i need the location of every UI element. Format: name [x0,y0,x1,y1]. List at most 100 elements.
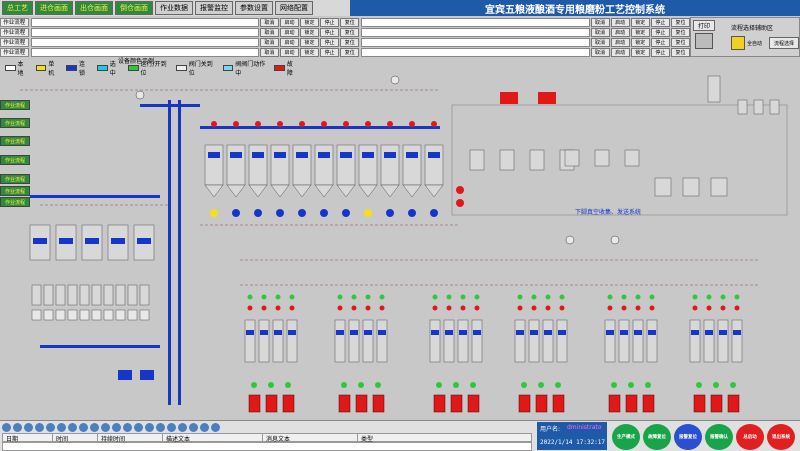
toolbar-icon[interactable] [178,422,187,432]
tab-inbound[interactable]: 进仓画面 [35,1,73,15]
mill-valve [734,294,740,300]
mill [334,319,346,363]
fan [135,90,145,100]
op-btn[interactable]: 复位 [670,27,691,37]
op-row-field[interactable] [30,37,259,47]
control-button[interactable]: 报警复位 [674,424,702,450]
mill-valve [247,294,253,300]
toolbar-icon[interactable] [156,422,165,432]
tab-transfer[interactable]: 倒仓画面 [115,1,153,15]
toolbar-icon[interactable] [68,422,77,432]
control-button[interactable]: 退出系统 [767,424,795,450]
user-box: 用户名: dministrato 2022/1/14 17:32:17 [537,422,607,450]
page-title: 宜宾五粮液酿酒专用粮磨粉工艺控制系统 [350,0,800,16]
op-btn[interactable]: 复位 [670,47,691,57]
op-row-field[interactable] [30,27,259,37]
op-btn[interactable]: 取消 [590,27,610,37]
toolbar-icon[interactable] [200,422,209,432]
toolbar-icon[interactable] [90,422,99,432]
toolbar-icon[interactable] [134,422,143,432]
op-btn[interactable]: 复位 [670,37,691,47]
tab-outbound[interactable]: 出仓画面 [75,1,113,15]
op-btn[interactable]: 锁定 [300,37,320,47]
op-btn[interactable]: 复位 [670,17,691,27]
tab-params[interactable]: 参数设置 [235,1,273,15]
flow-select-button[interactable]: 流程选择 [769,37,799,49]
op-btn[interactable]: 启动 [279,27,299,37]
packer [518,394,531,413]
op-btn[interactable]: 启动 [610,17,630,27]
op-btn[interactable]: 取消 [259,37,279,47]
op-row-field[interactable] [30,17,259,27]
control-button[interactable]: 生产模式 [612,424,640,450]
op-btn[interactable]: 启动 [610,27,630,37]
legend-swatch [5,65,16,71]
op-btn[interactable]: 取消 [259,27,279,37]
toolbar-icon[interactable] [189,422,198,432]
control-button[interactable]: 报警确认 [705,424,733,450]
control-button[interactable]: 故障复位 [643,424,671,450]
vertical-conveyor [168,100,171,405]
tab-main-process[interactable]: 总工艺 [2,1,33,15]
toolbar-icon[interactable] [112,422,121,432]
toolbar-icon[interactable] [101,422,110,432]
op-btn[interactable]: 锁定 [300,47,320,57]
op-btn[interactable]: 启动 [279,47,299,57]
op-btn[interactable]: 复位 [340,17,360,27]
op-btn[interactable]: 启动 [610,37,630,47]
fan [456,199,464,207]
tab-network[interactable]: 网络配置 [275,1,313,15]
toolbar-icon[interactable] [79,422,88,432]
op-btn[interactable]: 停止 [320,17,340,27]
op-btn[interactable]: 锁定 [630,37,650,47]
op-btn[interactable]: 取消 [590,37,610,47]
op-row-field-2[interactable] [361,17,590,27]
op-btn[interactable]: 启动 [279,37,299,47]
op-btn[interactable]: 取消 [590,17,610,27]
mill-valve [635,305,641,311]
alarm-table-body[interactable] [2,442,532,451]
toolbar-icon[interactable] [24,422,33,432]
bin [79,284,90,306]
op-btn[interactable]: 锁定 [300,27,320,37]
op-btn[interactable]: 锁定 [630,47,650,57]
toolbar-icon[interactable] [2,422,11,432]
toolbar-icon[interactable] [145,422,154,432]
op-btn[interactable]: 复位 [340,37,360,47]
legend-swatch [222,65,234,71]
op-btn[interactable]: 锁定 [300,17,320,27]
mill-tag [336,330,344,335]
op-btn[interactable]: 停止 [320,47,340,57]
toolbar-icon[interactable] [57,422,66,432]
op-btn[interactable]: 复位 [340,47,360,57]
op-btn[interactable]: 停止 [650,37,670,47]
op-btn[interactable]: 启动 [279,17,299,27]
toolbar-icon[interactable] [167,422,176,432]
op-btn[interactable]: 复位 [340,27,360,37]
op-btn[interactable]: 锁定 [630,27,650,37]
tab-job-data[interactable]: 作业数据 [155,1,193,15]
op-btn[interactable]: 启动 [610,47,630,57]
control-button[interactable]: 总启动 [736,424,764,450]
op-btn[interactable]: 停止 [320,37,340,47]
op-btn[interactable]: 取消 [259,17,279,27]
op-row-field-2[interactable] [361,37,590,47]
op-btn[interactable]: 停止 [650,27,670,37]
toolbar-icon[interactable] [46,422,55,432]
op-row-field-2[interactable] [361,47,590,57]
toolbar-icon[interactable] [35,422,44,432]
print-button[interactable]: 打印 [693,20,715,31]
tab-alarm[interactable]: 报警监控 [195,1,233,15]
op-btn[interactable]: 停止 [320,27,340,37]
col-date: 日期 [3,434,53,443]
op-btn[interactable]: 取消 [590,47,610,57]
op-btn[interactable]: 停止 [650,17,670,27]
toolbar-icon[interactable] [13,422,22,432]
op-btn[interactable]: 锁定 [630,17,650,27]
op-btn[interactable]: 停止 [650,47,670,57]
toolbar-icon[interactable] [123,422,132,432]
op-row-field-2[interactable] [361,27,590,37]
op-btn[interactable]: 取消 [259,47,279,57]
toolbar-icon[interactable] [211,422,220,432]
auto-button[interactable] [731,36,745,50]
